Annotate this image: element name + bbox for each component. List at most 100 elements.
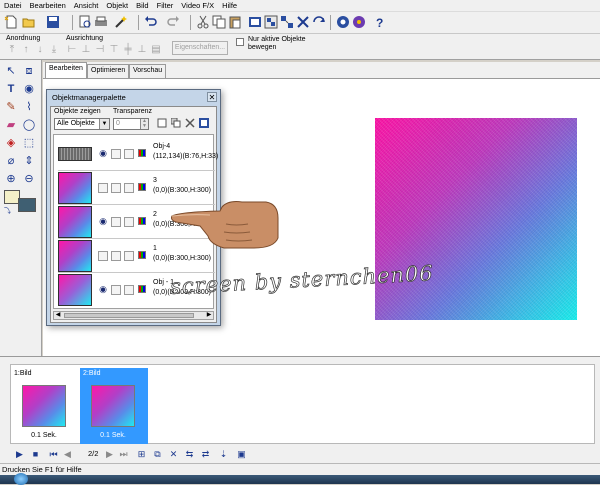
paste-icon[interactable]: [228, 15, 242, 29]
print-icon[interactable]: [94, 15, 108, 29]
help-icon[interactable]: ?: [374, 15, 388, 29]
lasso-icon[interactable]: ◯: [22, 118, 36, 132]
align-middle-icon[interactable]: ╪: [122, 44, 134, 56]
lock-checkbox[interactable]: [111, 217, 121, 227]
lock-checkbox[interactable]: [111, 285, 121, 295]
cut-icon[interactable]: [196, 15, 210, 29]
shape-icon[interactable]: ◉: [22, 82, 36, 96]
duplicate-object-icon[interactable]: [171, 118, 181, 128]
stop-icon[interactable]: ■: [30, 449, 41, 460]
tab-bearbeiten[interactable]: Bearbeiten: [45, 62, 87, 78]
select-checkbox[interactable]: [124, 217, 134, 227]
insert-frame-icon[interactable]: ⧉: [152, 449, 163, 460]
close-icon[interactable]: ✕: [207, 92, 217, 102]
previous-frame-icon[interactable]: ◀: [62, 449, 73, 460]
frame-delay[interactable]: 0.1 Sek.: [11, 432, 77, 439]
chevron-down-icon[interactable]: ▼: [99, 119, 109, 129]
align-center-icon[interactable]: ⊥: [80, 44, 92, 56]
properties-button[interactable]: Eigenschaften...: [172, 41, 228, 55]
bring-front-icon[interactable]: ⤒: [6, 44, 18, 56]
first-frame-icon[interactable]: ⏮: [48, 449, 59, 460]
menu-hilfe[interactable]: Hilfe: [218, 1, 241, 10]
stepper-icon[interactable]: ▲ ▼: [140, 119, 148, 129]
tween-icon[interactable]: ⇣: [218, 449, 229, 460]
play-icon[interactable]: ▶: [14, 449, 25, 460]
menu-objekt[interactable]: Objekt: [102, 1, 132, 10]
delete-object-icon[interactable]: [296, 15, 310, 29]
lock-checkbox[interactable]: [111, 149, 121, 159]
send-back-icon[interactable]: ⤓: [48, 44, 60, 56]
frame-item-selected[interactable]: 2:Bild 0.1 Sek.: [80, 368, 148, 444]
eye-icon[interactable]: ◉: [97, 216, 109, 226]
image-canvas[interactable]: [375, 118, 577, 320]
transform-icon[interactable]: [312, 15, 326, 29]
last-frame-icon[interactable]: ⏭: [118, 449, 129, 460]
open-icon[interactable]: [22, 15, 36, 29]
select-checkbox[interactable]: [124, 183, 134, 193]
distribute-icon[interactable]: ▤: [150, 44, 162, 56]
menu-filter[interactable]: Filter: [153, 1, 178, 10]
pointer-icon[interactable]: ↖: [4, 64, 18, 78]
send-backward-icon[interactable]: ↓: [34, 44, 46, 56]
show-objects-select[interactable]: Alle Objekte ▼: [54, 118, 110, 130]
only-active-checkbox[interactable]: [236, 38, 244, 46]
menu-bearbeiten[interactable]: Bearbeiten: [26, 1, 70, 10]
new-icon[interactable]: [4, 15, 18, 29]
merge-icon[interactable]: [280, 15, 294, 29]
list-item[interactable]: ◉ Obj-4 (112,134)(B:76,H:33): [58, 137, 218, 171]
lock-checkbox[interactable]: [111, 183, 121, 193]
start-button[interactable]: [14, 473, 28, 485]
menu-ansicht[interactable]: Ansicht: [70, 1, 103, 10]
new-object-icon[interactable]: [157, 118, 167, 128]
visibility-checkbox[interactable]: [98, 251, 108, 261]
save-icon[interactable]: [46, 15, 60, 29]
eraser-icon[interactable]: ▰: [4, 118, 18, 132]
select-checkbox[interactable]: [124, 251, 134, 261]
align-bottom-icon[interactable]: ⊥: [136, 44, 148, 56]
scroll-right-icon[interactable]: ▶: [205, 312, 213, 319]
select-checkbox[interactable]: [124, 149, 134, 159]
horizontal-scrollbar[interactable]: ◀ ▶: [53, 311, 214, 320]
effects-icon[interactable]: [336, 15, 350, 29]
frame-item[interactable]: 1:Bild 0.1 Sek.: [11, 368, 77, 444]
wizard-icon[interactable]: [114, 15, 128, 29]
add-frame-icon[interactable]: ⊞: [136, 449, 147, 460]
select-checkbox[interactable]: [124, 285, 134, 295]
eye-icon[interactable]: ◉: [97, 284, 109, 294]
scroll-left-icon[interactable]: ◀: [54, 312, 62, 319]
menu-datei[interactable]: Datei: [0, 1, 26, 10]
delete-icon[interactable]: [185, 118, 195, 128]
clone-icon[interactable]: ⌇: [22, 100, 36, 114]
menu-video-fx[interactable]: Video F/X: [177, 1, 218, 10]
copy-icon[interactable]: [212, 15, 226, 29]
hand-tool-icon[interactable]: ⇕: [22, 154, 36, 168]
properties-icon[interactable]: [199, 118, 209, 128]
tab-optimieren[interactable]: Optimieren: [87, 64, 130, 78]
zoom-out-icon[interactable]: ⊖: [22, 172, 36, 186]
print-preview-icon[interactable]: [78, 15, 92, 29]
eye-icon[interactable]: ◉: [97, 148, 109, 158]
frame-delay[interactable]: 0.1 Sek.: [80, 432, 146, 439]
visibility-checkbox[interactable]: [98, 183, 108, 193]
layer-icon[interactable]: [248, 15, 262, 29]
color-icon[interactable]: [352, 15, 366, 29]
next-frame-icon[interactable]: ▶: [104, 449, 115, 460]
tab-vorschau[interactable]: Vorschau: [129, 64, 167, 78]
lock-checkbox[interactable]: [111, 251, 121, 261]
redo-icon[interactable]: [166, 15, 180, 29]
undo-icon[interactable]: [144, 15, 158, 29]
palette-title[interactable]: Objektmanagerpalette: [49, 92, 218, 104]
frame-properties-icon[interactable]: ⇄: [200, 449, 211, 460]
bring-forward-icon[interactable]: ↑: [20, 44, 32, 56]
eyedropper-icon[interactable]: ⌀: [4, 154, 18, 168]
text-icon[interactable]: T: [4, 82, 18, 96]
reverse-frames-icon[interactable]: ⇆: [184, 449, 195, 460]
delete-frame-icon[interactable]: ✕: [168, 449, 179, 460]
swap-colors-icon[interactable]: ⤵: [4, 206, 11, 216]
export-frame-icon[interactable]: ▣: [236, 449, 247, 460]
background-color-swatch[interactable]: [18, 198, 36, 212]
align-right-icon[interactable]: ⊣: [94, 44, 106, 56]
menu-bild[interactable]: Bild: [132, 1, 153, 10]
fill-icon[interactable]: ◈: [4, 136, 18, 150]
selection-icon[interactable]: ⬚: [22, 136, 36, 150]
